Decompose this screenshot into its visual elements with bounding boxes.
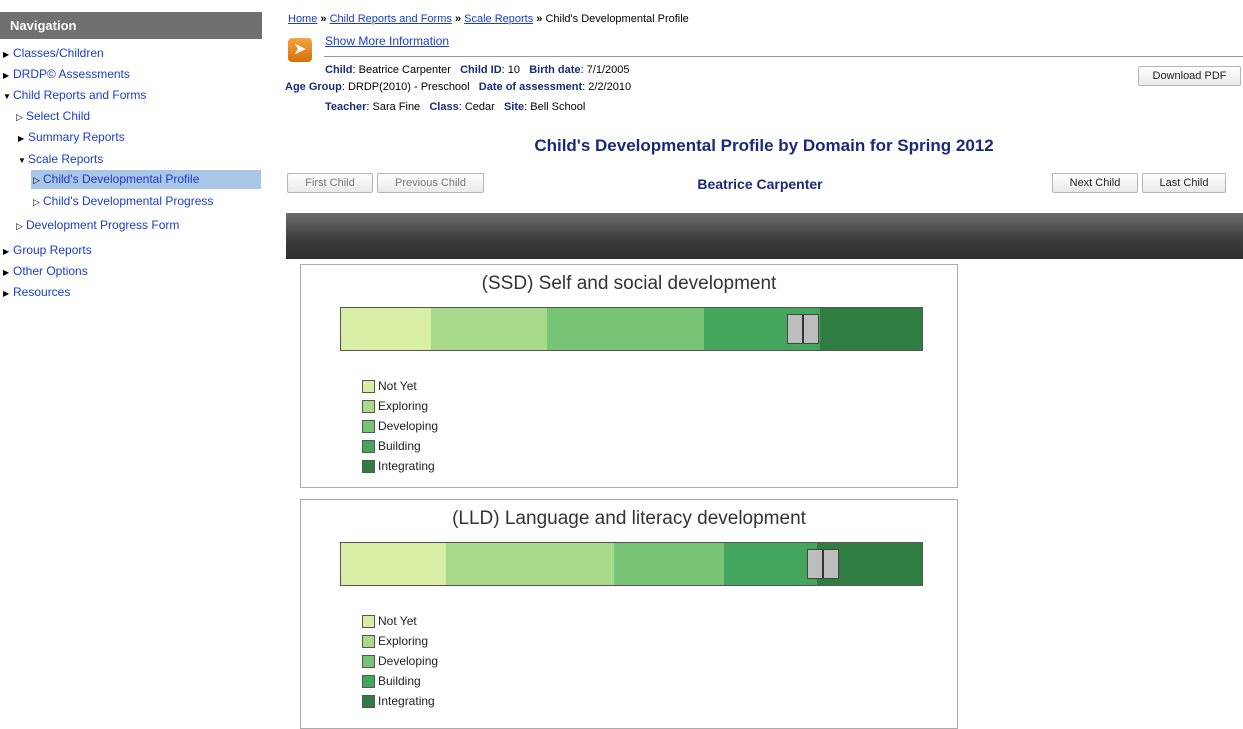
navigation-header: Navigation [0, 12, 262, 39]
next-child-button[interactable]: Next Child [1052, 173, 1138, 193]
legend-item-developing: Developing [362, 416, 438, 436]
triangle-right-icon: ▶ [3, 268, 10, 277]
triangle-right-outline-icon: ▷ [16, 221, 23, 231]
breadcrumb-child-reports-link[interactable]: Child Reports and Forms [330, 13, 452, 25]
legend-item-developing: Developing [362, 651, 438, 671]
legend-item-exploring: Exploring [362, 631, 438, 651]
legend-item-not-yet: Not Yet [362, 611, 438, 631]
pointer-info-icon[interactable]: ➤ [288, 38, 312, 62]
scale-legend: Not Yet Exploring Developing Building In… [362, 376, 438, 476]
rating-marker [786, 314, 819, 344]
developmental-scale-bar [340, 307, 923, 351]
child-info-line-2: Age Group: DRDP(2010) - Preschool Date o… [285, 81, 632, 93]
breadcrumb-current: Child's Developmental Profile [545, 13, 689, 25]
nav-item-classes-children[interactable]: ▶ Classes/Children [3, 44, 104, 64]
legend-item-building: Building [362, 436, 438, 456]
domain-title: (LLD) Language and literacy development [452, 508, 806, 529]
triangle-right-icon: ▶ [3, 247, 10, 256]
domain-panel-lld: (LLD) Language and literacy development … [300, 499, 958, 729]
rating-marker [807, 549, 840, 579]
breadcrumb-separator: » [536, 13, 543, 25]
breadcrumb-home-link[interactable]: Home [288, 13, 317, 25]
last-child-button[interactable]: Last Child [1142, 173, 1226, 193]
nav-item-other-options[interactable]: ▶ Other Options [3, 262, 88, 282]
toolbar-bar [286, 213, 1243, 259]
nav-item-group-reports[interactable]: ▶ Group Reports [3, 241, 92, 261]
scale-segment-not-yet [341, 543, 446, 585]
legend-item-exploring: Exploring [362, 396, 438, 416]
legend-item-integrating: Integrating [362, 691, 438, 711]
report-title: Child's Developmental Profile by Domain … [534, 136, 994, 155]
scale-segment-developing [614, 543, 725, 585]
nav-item-child-reports-and-forms[interactable]: ▼ Child Reports and Forms [3, 86, 146, 106]
first-child-button[interactable]: First Child [287, 173, 373, 193]
triangle-down-icon: ▼ [18, 156, 26, 165]
nav-item-development-progress-form[interactable]: ▷ Development Progress Form [16, 216, 179, 235]
legend-item-not-yet: Not Yet [362, 376, 438, 396]
legend-swatch [362, 615, 375, 628]
breadcrumb: Home » Child Reports and Forms » Scale R… [288, 13, 689, 25]
legend-swatch [362, 675, 375, 688]
triangle-right-outline-icon: ▷ [33, 197, 40, 207]
legend-swatch [362, 655, 375, 668]
legend-swatch [362, 460, 375, 473]
scale-segment-integrating [820, 308, 922, 350]
scale-segment-exploring [431, 308, 548, 350]
triangle-right-icon: ▶ [3, 71, 10, 80]
previous-child-button[interactable]: Previous Child [377, 173, 484, 193]
header-divider [324, 56, 1243, 57]
triangle-down-icon: ▼ [3, 92, 11, 101]
triangle-right-outline-icon: ▷ [16, 112, 23, 122]
legend-item-integrating: Integrating [362, 456, 438, 476]
scale-segment-building [724, 543, 818, 585]
legend-swatch [362, 440, 375, 453]
scale-segment-developing [547, 308, 705, 350]
legend-swatch [362, 635, 375, 648]
legend-swatch [362, 380, 375, 393]
developmental-scale-bar [340, 542, 923, 586]
triangle-right-outline-icon: ▷ [33, 175, 40, 185]
breadcrumb-separator: » [454, 13, 462, 25]
current-child-name: Beatrice Carpenter [697, 176, 823, 192]
triangle-right-icon: ▶ [3, 289, 10, 298]
child-info-line-3: Teacher: Sara Fine Class: Cedar Site: Be… [325, 101, 586, 113]
download-pdf-button[interactable]: Download PDF [1138, 66, 1241, 86]
domain-title: (SSD) Self and social development [481, 273, 777, 294]
nav-item-drdp-assessments[interactable]: ▶ DRDP© Assessments [3, 65, 130, 85]
nav-item-scale-reports[interactable]: ▼ Scale Reports [18, 150, 103, 170]
legend-swatch [362, 695, 375, 708]
domain-panel-ssd: (SSD) Self and social development Not Ye… [300, 264, 958, 488]
scale-segment-exploring [445, 543, 615, 585]
nav-item-resources[interactable]: ▶ Resources [3, 283, 70, 303]
nav-item-childs-developmental-progress[interactable]: ▷ Child's Developmental Progress [33, 192, 213, 211]
legend-swatch [362, 400, 375, 413]
breadcrumb-scale-reports-link[interactable]: Scale Reports [464, 13, 533, 25]
breadcrumb-separator: » [320, 13, 327, 25]
nav-item-summary-reports[interactable]: ▶ Summary Reports [18, 128, 125, 148]
nav-item-childs-developmental-profile[interactable]: ▷ Child's Developmental Profile [31, 170, 261, 189]
legend-item-building: Building [362, 671, 438, 691]
triangle-right-icon: ▶ [18, 134, 25, 143]
triangle-right-icon: ▶ [3, 50, 10, 59]
scale-legend: Not Yet Exploring Developing Building In… [362, 611, 438, 711]
scale-segment-not-yet [341, 308, 432, 350]
child-info-line-1: Child: Beatrice Carpenter Child ID: 10 B… [325, 64, 630, 76]
nav-item-select-child[interactable]: ▷ Select Child [16, 107, 90, 126]
legend-swatch [362, 420, 375, 433]
show-more-information-link[interactable]: Show More Information [325, 34, 449, 48]
